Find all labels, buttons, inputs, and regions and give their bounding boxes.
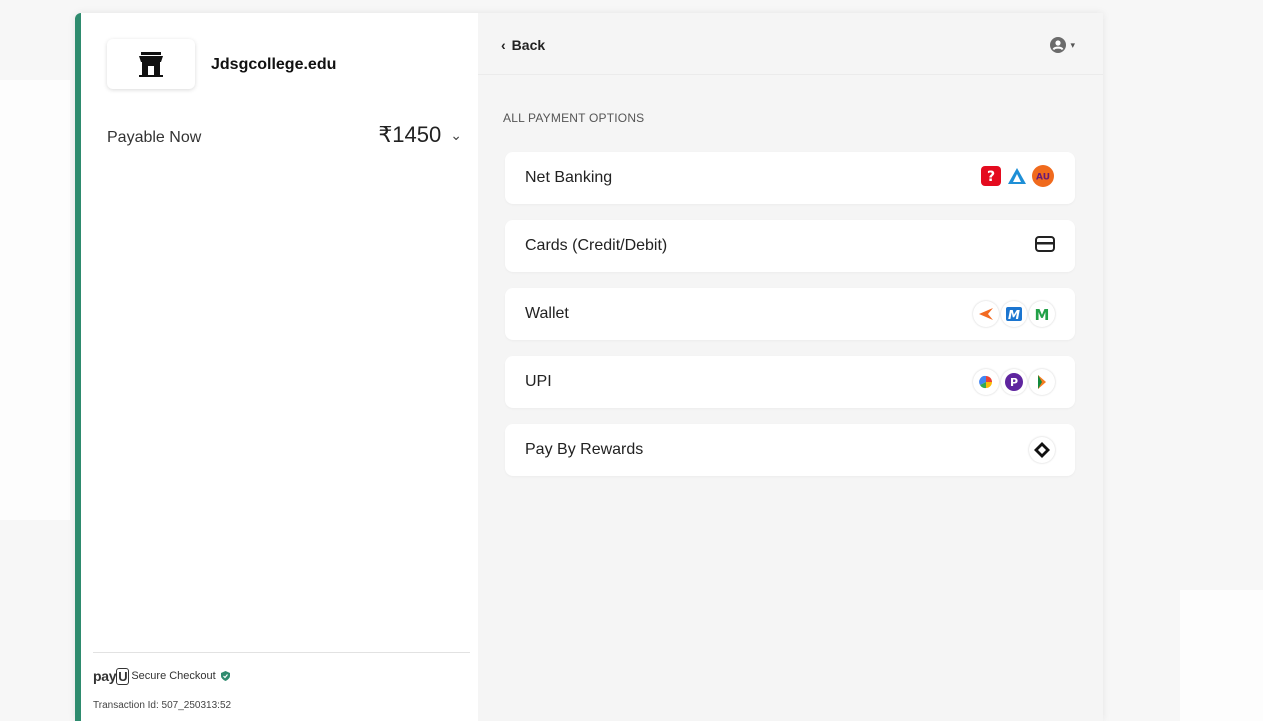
option-label: Cards (Credit/Debit): [525, 237, 668, 254]
amount-toggle[interactable]: ₹1450 ⌄: [378, 122, 462, 148]
option-label: Wallet: [525, 305, 569, 322]
phonepe-icon: P: [1001, 369, 1027, 395]
svg-text:?: ?: [987, 169, 995, 185]
section-title: ALL PAYMENT OPTIONS: [503, 111, 645, 125]
card-icons: [1035, 235, 1055, 257]
background-shape: [1180, 590, 1263, 721]
svg-text:P: P: [1010, 376, 1018, 389]
secure-text: Secure Checkout: [131, 670, 216, 682]
wallet-icons: M M: [973, 301, 1055, 327]
payment-options-panel: ‹ Back ▾ ALL PAYMENT OPTIONS Net Banking…: [478, 13, 1103, 721]
freecharge-icon: [973, 301, 999, 327]
m-wallet-icon: M: [1029, 301, 1055, 327]
order-summary-panel: Jdsgcollege.edu Payable Now ₹1450 ⌄ pay U…: [81, 13, 478, 721]
merchant-name: Jdsgcollege.edu: [211, 56, 337, 73]
option-upi[interactable]: UPI P: [505, 356, 1075, 408]
bank-icons: ? AU: [979, 164, 1055, 193]
chevron-left-icon: ‹: [501, 37, 506, 53]
amount-value: ₹1450: [378, 122, 442, 147]
option-label: UPI: [525, 373, 552, 390]
chevron-down-icon: ⌄: [450, 126, 462, 143]
user-menu[interactable]: ▾: [1050, 37, 1075, 53]
svg-text:M: M: [1008, 308, 1020, 322]
caret-down-icon: ▾: [1070, 39, 1075, 50]
user-icon: [1050, 37, 1067, 53]
option-cards[interactable]: Cards (Credit/Debit): [505, 220, 1075, 272]
merchant-logo: [107, 39, 195, 89]
rewards-icon: [1029, 437, 1055, 463]
option-pay-by-rewards[interactable]: Pay By Rewards: [505, 424, 1075, 476]
au-bank-icon: AU: [1031, 164, 1055, 193]
header-divider: [478, 74, 1103, 75]
divider: [93, 652, 470, 653]
mobikwik-icon: M: [1001, 301, 1027, 327]
secure-checkout: pay U Secure Checkout: [93, 668, 230, 685]
option-wallet[interactable]: Wallet M M: [505, 288, 1075, 340]
bajaj-icon: [1006, 165, 1028, 192]
option-label: Net Banking: [525, 169, 613, 186]
checkout-card: Jdsgcollege.edu Payable Now ₹1450 ⌄ pay U…: [75, 13, 1103, 721]
option-net-banking[interactable]: Net Banking ? AU: [505, 152, 1075, 204]
back-button[interactable]: ‹ Back: [501, 37, 545, 53]
shield-icon: [220, 671, 230, 681]
airtel-bank-icon: ?: [979, 164, 1003, 193]
gpay-icon: [973, 369, 999, 395]
rewards-icons: [1029, 437, 1055, 463]
transaction-id: Transaction Id: 507_250313:52: [93, 700, 232, 711]
payable-label: Payable Now: [107, 129, 202, 146]
background-shape: [0, 80, 70, 520]
card-icon: [1035, 235, 1055, 257]
store-icon: [139, 52, 163, 77]
bhim-icon: [1029, 369, 1055, 395]
upi-icons: P: [973, 369, 1055, 395]
back-label: Back: [511, 37, 546, 53]
payu-logo: pay U: [93, 668, 130, 685]
svg-text:AU: AU: [1036, 172, 1050, 182]
option-label: Pay By Rewards: [525, 441, 644, 458]
svg-text:M: M: [1035, 306, 1050, 323]
